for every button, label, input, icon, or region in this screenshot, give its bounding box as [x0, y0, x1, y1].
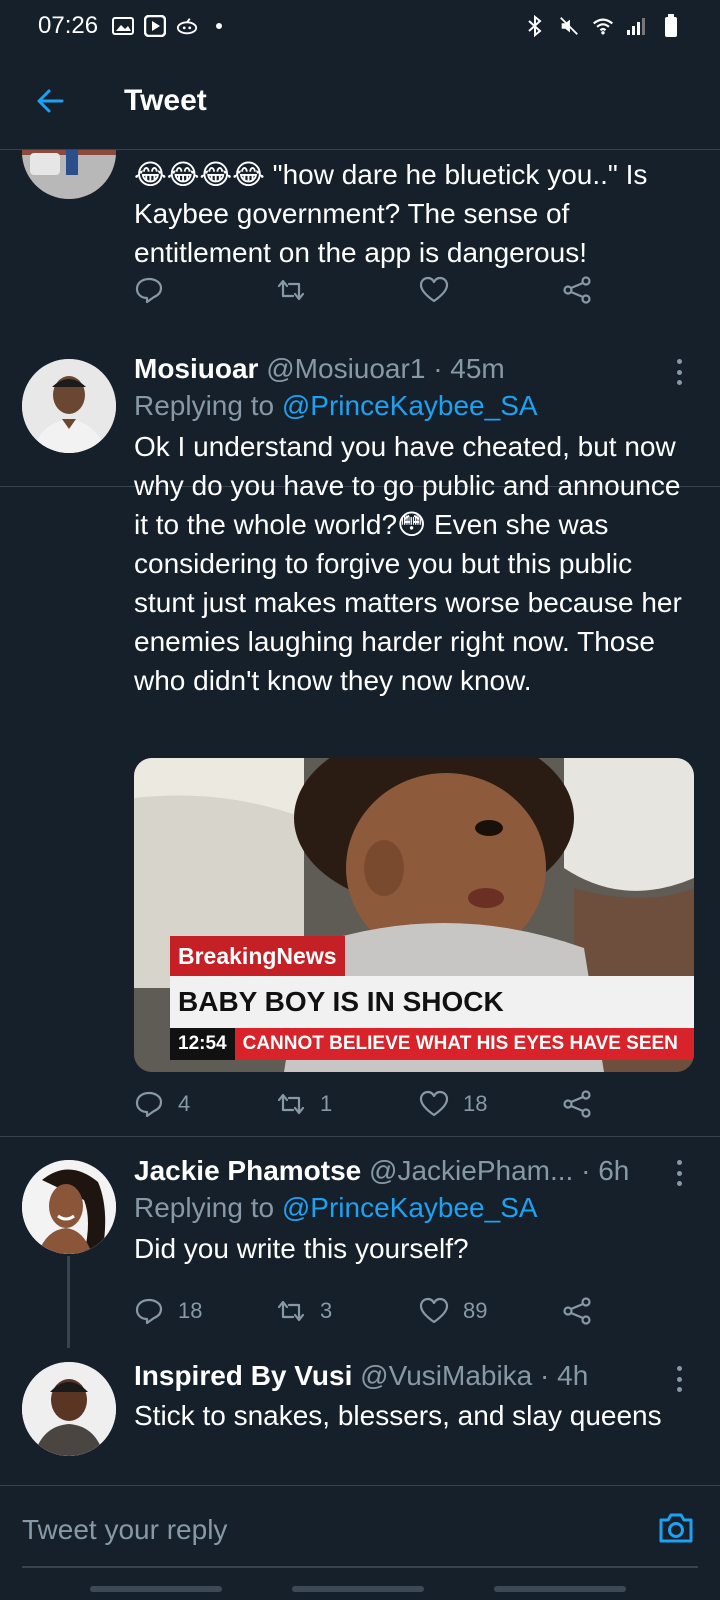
like-count: 18 — [463, 1091, 488, 1116]
thread-line — [67, 1256, 70, 1348]
reply-icon — [135, 1091, 163, 1118]
share-icon — [563, 1297, 591, 1325]
bluetooth-icon — [524, 14, 546, 38]
gesture-hint-right — [494, 1586, 626, 1592]
news-headline: BABY BOY IS IN SHOCK — [170, 976, 694, 1028]
like-button[interactable] — [419, 272, 449, 308]
retweet-icon — [277, 1300, 305, 1322]
author-handle[interactable]: @JackiePham... — [369, 1155, 573, 1186]
replying-label: Replying to — [134, 390, 275, 421]
news-ticker: 12:54 CANNOT BELIEVE WHAT HIS EYES HAVE … — [170, 1028, 694, 1060]
retweet-button[interactable]: 1 — [276, 1086, 332, 1122]
signal-icon — [626, 15, 648, 37]
share-icon — [563, 1090, 591, 1118]
page-title: Tweet — [124, 83, 207, 117]
reply-count: 4 — [178, 1091, 191, 1116]
tweet-time: · 45m — [433, 353, 505, 384]
tweet-text: Did you write this yourself? — [134, 1233, 469, 1264]
ticker-text: CANNOT BELIEVE WHAT HIS EYES HAVE SEEN — [242, 1033, 678, 1054]
mute-icon — [558, 15, 580, 37]
share-button[interactable] — [562, 1293, 592, 1329]
tweet[interactable]: Jackie Phamotse @JackiePham... · 6h Repl… — [0, 1138, 720, 1348]
avatar[interactable] — [22, 150, 116, 199]
like-icon — [419, 276, 449, 303]
like-button[interactable]: 89 — [419, 1293, 487, 1329]
tweet-actions: 4 1 18 — [134, 1086, 604, 1122]
author-handle[interactable]: @Mosiuoar1 — [266, 353, 425, 384]
tweet-text: Stick to snakes, blessers, and slay quee… — [134, 1400, 662, 1431]
avatar[interactable] — [22, 359, 116, 453]
retweet-count: 1 — [320, 1091, 333, 1116]
tweet-text: 😂😂😂😂 "how dare he bluetick you.." Is Kay… — [134, 159, 648, 268]
reply-button[interactable] — [134, 272, 164, 308]
dot-icon — [208, 15, 230, 37]
status-time: 07:26 — [38, 12, 99, 39]
camera-icon — [659, 1513, 693, 1543]
app-notification-icon — [176, 15, 198, 37]
replying-to: Replying to @PrinceKaybee_SA — [134, 1189, 700, 1227]
tweet-actions — [134, 272, 604, 308]
reply-count: 18 — [178, 1298, 203, 1323]
like-icon — [419, 1090, 449, 1117]
video-notification-icon — [144, 15, 167, 37]
mention-link[interactable]: @PrinceKaybee_SA — [282, 1192, 538, 1223]
tweet[interactable]: Inspired By Vusi @VusiMabika · 4h Stick … — [0, 1348, 720, 1485]
replying-to: Replying to @PrinceKaybee_SA — [134, 387, 700, 425]
tweet-timeline[interactable]: 😂😂😂😂 "how dare he bluetick you.." Is Kay… — [0, 150, 720, 1485]
app-header: Tweet — [0, 52, 720, 150]
reply-icon — [135, 277, 163, 304]
mention-link[interactable]: @PrinceKaybee_SA — [282, 390, 538, 421]
share-icon — [563, 276, 591, 304]
retweet-button[interactable] — [276, 272, 306, 308]
back-button[interactable] — [20, 71, 80, 131]
tweet-actions: 18 3 89 — [134, 1293, 604, 1329]
reply-input[interactable]: Tweet your reply — [22, 1500, 622, 1560]
tweet-media[interactable]: BreakingNews BABY BOY IS IN SHOCK 12:54 … — [134, 758, 694, 1072]
like-icon — [419, 1297, 449, 1324]
replying-label: Replying to — [134, 1192, 275, 1223]
reply-button[interactable]: 18 — [134, 1293, 202, 1329]
back-arrow-icon — [37, 89, 64, 112]
avatar[interactable] — [22, 1160, 116, 1254]
share-button[interactable] — [562, 1086, 592, 1122]
wifi-icon — [592, 15, 614, 37]
gesture-hint-center — [292, 1586, 424, 1592]
retweet-icon — [277, 279, 305, 301]
gesture-hint-left — [90, 1586, 222, 1592]
tweet-text: Ok I understand you have cheated, but no… — [134, 431, 682, 696]
tweet-time: · 4h — [540, 1360, 589, 1391]
reply-bar: Tweet your reply — [0, 1485, 720, 1600]
retweet-icon — [277, 1093, 305, 1115]
news-clock: 12:54 — [170, 1028, 235, 1060]
like-count: 89 — [463, 1298, 488, 1323]
avatar[interactable] — [22, 1362, 116, 1456]
share-button[interactable] — [562, 272, 592, 308]
author-name[interactable]: Inspired By Vusi — [134, 1360, 352, 1391]
camera-button[interactable] — [656, 1508, 696, 1548]
like-button[interactable]: 18 — [419, 1086, 487, 1122]
author-name[interactable]: Mosiuoar — [134, 353, 258, 384]
reply-input-underline — [22, 1566, 698, 1568]
tweet[interactable]: Mosiuoar @Mosiuoar1 · 45m Replying to @P… — [0, 337, 720, 1137]
tweet-time: · 6h — [581, 1155, 630, 1186]
retweet-button[interactable]: 3 — [276, 1293, 332, 1329]
author-handle[interactable]: @VusiMabika — [360, 1360, 532, 1391]
author-name[interactable]: Jackie Phamotse — [134, 1155, 361, 1186]
gallery-notification-icon — [112, 15, 135, 37]
retweet-count: 3 — [320, 1298, 333, 1323]
battery-icon — [660, 14, 682, 37]
breaking-news-badge: BreakingNews — [170, 936, 345, 976]
reply-button[interactable]: 4 — [134, 1086, 190, 1122]
reply-icon — [135, 1298, 163, 1325]
status-bar: 07:26 — [0, 0, 720, 52]
